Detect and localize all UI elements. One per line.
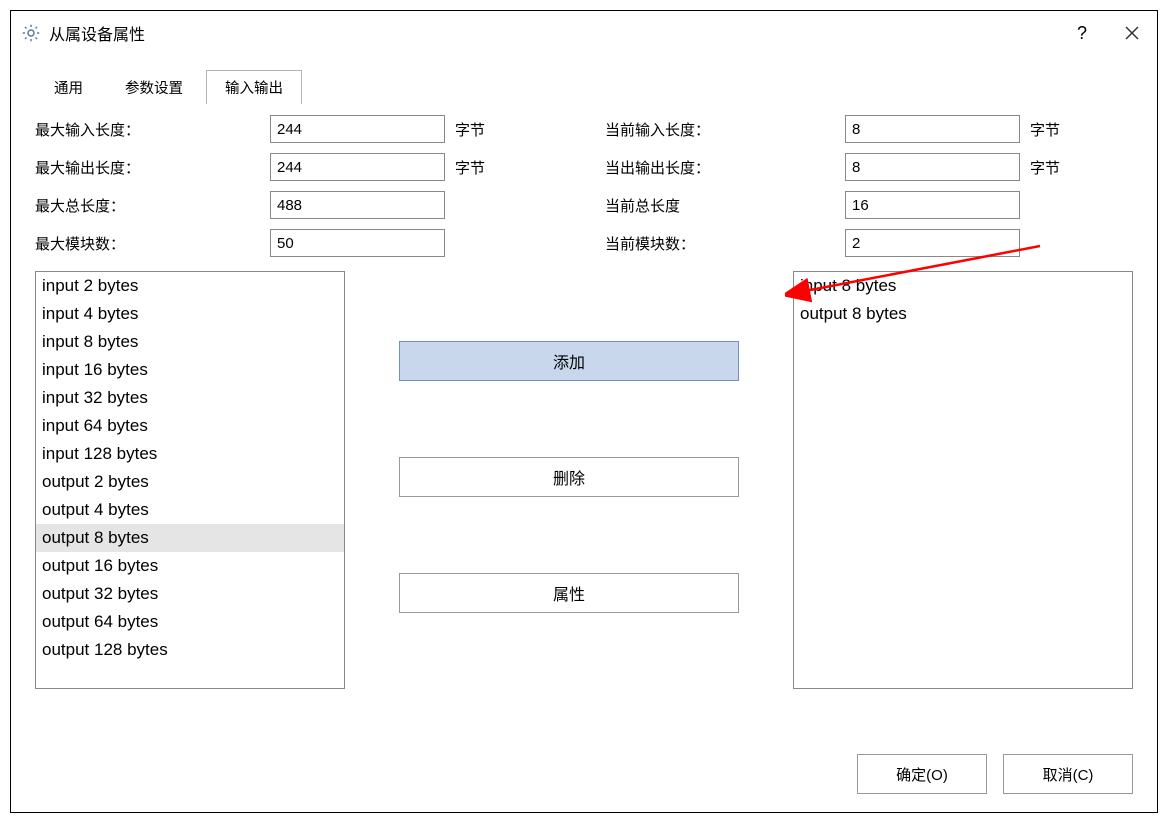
available-modules-list[interactable]: input 2 bytesinput 4 bytesinput 8 bytesi… <box>35 271 345 689</box>
properties-button[interactable]: 属性 <box>399 573 739 613</box>
label-max-input-len: 最大输入长度： <box>35 119 270 140</box>
tab-bar: 通用 参数设置 输入输出 <box>35 69 1133 103</box>
delete-button[interactable]: 删除 <box>399 457 739 497</box>
list-item[interactable]: input 128 bytes <box>36 440 344 468</box>
unit-bytes: 字节 <box>1020 119 1080 140</box>
input-cur-input-len[interactable] <box>845 115 1020 143</box>
list-item[interactable]: output 64 bytes <box>36 608 344 636</box>
cancel-button[interactable]: 取消(C) <box>1003 754 1133 794</box>
list-item[interactable]: output 32 bytes <box>36 580 344 608</box>
input-max-output-len[interactable] <box>270 153 445 181</box>
list-item[interactable]: output 16 bytes <box>36 552 344 580</box>
unit-bytes: 字节 <box>445 157 505 178</box>
list-item[interactable]: input 8 bytes <box>794 272 1132 300</box>
label-max-modules: 最大模块数： <box>35 233 270 254</box>
window-title: 从属设备属性 <box>49 21 1057 45</box>
list-item[interactable]: input 32 bytes <box>36 384 344 412</box>
input-max-total-len[interactable] <box>270 191 445 219</box>
help-button[interactable]: ? <box>1057 13 1107 53</box>
ok-button[interactable]: 确定(O) <box>857 754 987 794</box>
label-cur-total-len: 当前总长度 <box>605 195 845 216</box>
input-max-input-len[interactable] <box>270 115 445 143</box>
transfer-buttons: 添加 删除 属性 <box>345 271 793 689</box>
label-max-output-len: 最大输出长度： <box>35 157 270 178</box>
dialog-footer: 确定(O) 取消(C) <box>11 738 1157 812</box>
input-cur-total-len[interactable] <box>845 191 1020 219</box>
list-item[interactable]: input 4 bytes <box>36 300 344 328</box>
gear-icon <box>21 23 41 43</box>
form-grid: 最大输入长度： 字节 当前输入长度： 字节 最大输出长度： 字节 当出输出长度：… <box>35 115 1133 257</box>
unit-bytes: 字节 <box>445 119 505 140</box>
close-button[interactable] <box>1107 13 1157 53</box>
lists-area: input 2 bytesinput 4 bytesinput 8 bytesi… <box>35 271 1133 689</box>
list-item[interactable]: output 8 bytes <box>36 524 344 552</box>
tab-params[interactable]: 参数设置 <box>106 70 202 104</box>
label-max-total-len: 最大总长度： <box>35 195 270 216</box>
dialog-window: 从属设备属性 ? 通用 参数设置 输入输出 最大输入长度： 字节 当前输入长度：… <box>10 10 1158 813</box>
list-item[interactable]: output 8 bytes <box>794 300 1132 328</box>
list-item[interactable]: output 2 bytes <box>36 468 344 496</box>
tab-io[interactable]: 输入输出 <box>206 70 302 104</box>
label-cur-modules: 当前模块数： <box>605 233 845 254</box>
list-item[interactable]: input 8 bytes <box>36 328 344 356</box>
input-cur-output-len[interactable] <box>845 153 1020 181</box>
titlebar: 从属设备属性 ? <box>11 11 1157 55</box>
list-item[interactable]: input 64 bytes <box>36 412 344 440</box>
label-cur-output-len: 当出输出长度： <box>605 157 845 178</box>
close-icon <box>1124 25 1140 41</box>
list-item[interactable]: input 2 bytes <box>36 272 344 300</box>
input-cur-modules[interactable] <box>845 229 1020 257</box>
dialog-content: 通用 参数设置 输入输出 最大输入长度： 字节 当前输入长度： 字节 最大输出长… <box>11 55 1157 738</box>
list-item[interactable]: output 128 bytes <box>36 636 344 664</box>
tab-general[interactable]: 通用 <box>35 70 102 104</box>
add-button[interactable]: 添加 <box>399 341 739 381</box>
list-item[interactable]: output 4 bytes <box>36 496 344 524</box>
label-cur-input-len: 当前输入长度： <box>605 119 845 140</box>
list-item[interactable]: input 16 bytes <box>36 356 344 384</box>
selected-modules-list[interactable]: input 8 bytesoutput 8 bytes <box>793 271 1133 689</box>
input-max-modules[interactable] <box>270 229 445 257</box>
unit-bytes: 字节 <box>1020 157 1080 178</box>
